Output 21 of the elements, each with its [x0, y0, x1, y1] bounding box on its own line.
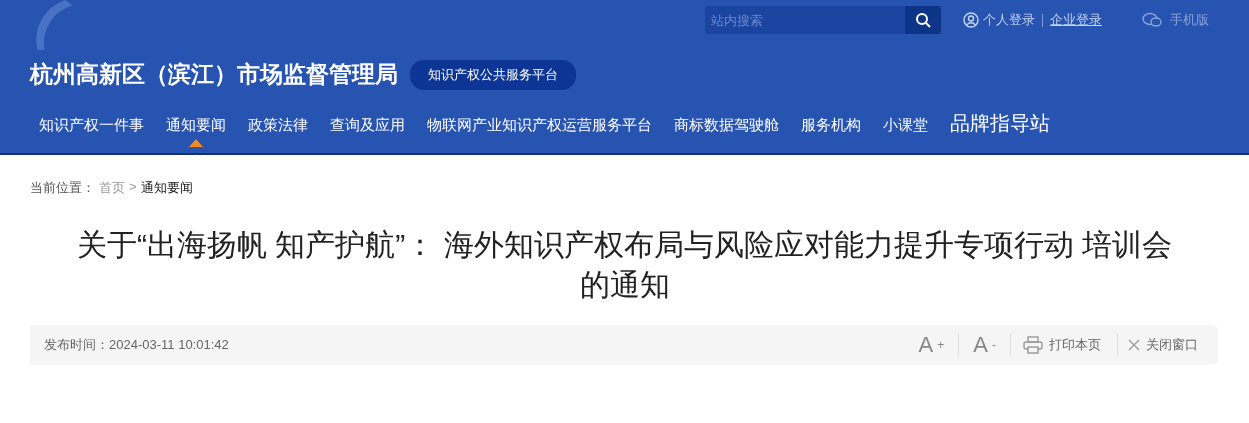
close-window-button[interactable]: 关闭窗口 [1140, 336, 1204, 354]
company-login-link[interactable]: 企业登录 [1050, 11, 1102, 29]
breadcrumb-label: 当前位置： [30, 179, 95, 197]
nav-tab[interactable]: 知识产权一件事 [28, 110, 155, 147]
nav-tab[interactable]: 政策法律 [237, 110, 319, 147]
nav-tab[interactable]: 商标数据驾驶舱 [663, 110, 790, 147]
breadcrumb-current: 通知要闻 [140, 179, 193, 197]
nav-tab[interactable]: 通知要闻 [155, 110, 237, 147]
nav-tab[interactable]: 查询及应用 [319, 110, 416, 147]
breadcrumb-separator: > [129, 179, 137, 196]
site-title: 杭州高新区（滨江）市场监督管理局 [30, 60, 398, 89]
search-field[interactable]: 站内搜索 [705, 6, 905, 34]
nav-tab[interactable]: 服务机构 [790, 110, 872, 147]
nav-tab[interactable]: 物联网产业知识产权运营服务平台 [416, 110, 663, 147]
platform-badge[interactable]: 知识产权公共服务平台 [410, 59, 576, 90]
nav-tab[interactable]: 品牌指导站 [939, 108, 1061, 149]
print-button[interactable]: 打印本页 [1043, 336, 1107, 354]
publish-time: 发布时间：2024-03-11 10:01:42 [44, 336, 230, 354]
personal-login-link[interactable]: 个人登录 [983, 11, 1035, 29]
nav-tab[interactable]: 小课堂 [872, 110, 939, 147]
article-title: 关于“出海扬帆 知产护航”： 海外知识产权布局与风险应对能力提升专项行动 培训会的通知 [76, 227, 1173, 303]
